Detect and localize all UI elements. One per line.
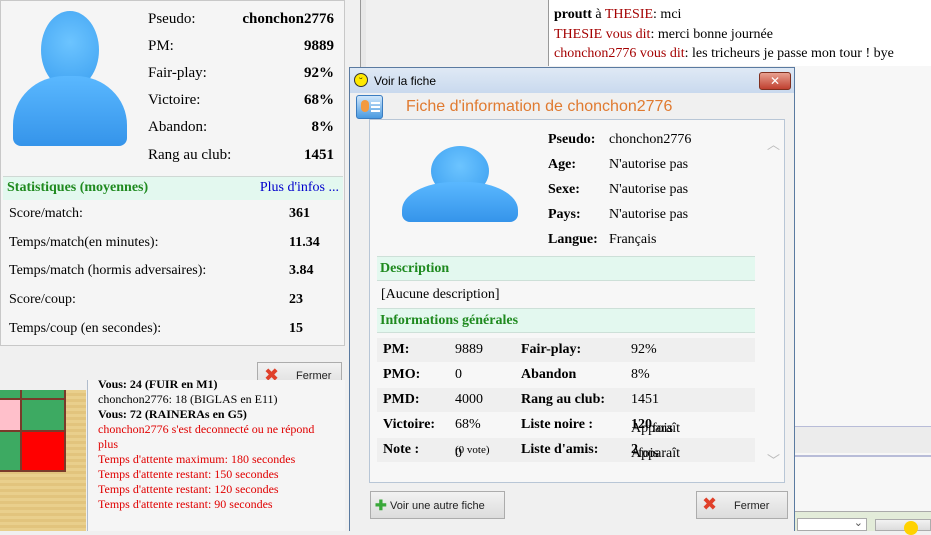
profile-dialog: ᵕ Voir la fiche ✕ Fiche d'information de… (349, 67, 795, 531)
profile-panel: Pseudo: chonchon2776 PM: 9889 Fair-play: 92… (0, 0, 345, 346)
card-icon (356, 95, 383, 119)
chat-line: chonchon2776 vous dit: les tricheurs je … (554, 46, 894, 61)
general-row: PMO: 0 Abandon 8% (377, 363, 755, 387)
view-other-profile-label: Voir une autre fiche (390, 500, 485, 512)
general-row: Victoire: 68% Liste noire : Apparaît 120 fo… (377, 413, 755, 437)
profile-row-rang: Rang au club: 1451 (148, 147, 334, 163)
plus-icon: ✚ (375, 497, 387, 513)
log-line: Temps d'attente restant: 120 secondes (98, 482, 279, 496)
chat-line: proutt à THESIE: mci (554, 7, 682, 22)
stat-row: Score/coup: 23 (9, 292, 303, 307)
dialog-heading: Fiche d'information de chonchon2776 (406, 98, 673, 115)
window-close-button[interactable]: ✕ (759, 72, 791, 90)
stat-row: Temps/match (hormis adversaires): 3.84 (9, 263, 314, 278)
view-other-profile-button[interactable]: ✚ Voir une autre fiche (370, 491, 505, 519)
description-header: Description (377, 256, 755, 281)
stat-row: Temps/match(en minutes): 11.34 (9, 235, 320, 250)
dialog-close-button[interactable]: ✖ Fermer (696, 491, 788, 519)
smiley-icon (904, 521, 918, 535)
scroll-up-icon[interactable]: ︿ (767, 134, 780, 153)
log-line: chonchon2776 s'est deconnecté ou ne répo… (98, 422, 315, 451)
general-row: PM: 9889 Fair-play: 92% (377, 338, 755, 362)
avatar (11, 11, 129, 146)
info-row-age: Age: N'autorise pas (548, 157, 689, 172)
stat-row: Score/match: 361 (9, 206, 310, 221)
more-info-link[interactable]: Plus d'infos ... (260, 180, 339, 196)
dialog-title: Voir la fiche (374, 74, 437, 88)
log-line: Temps d'attente maximum: 180 secondes (98, 452, 296, 466)
log-line: Vous: 24 (FUIR en M1) (98, 380, 218, 391)
avatar (402, 146, 518, 222)
stats-title: Statistiques (moyennes) (7, 180, 149, 195)
info-row-pays: Pays: N'autorise pas (548, 207, 689, 222)
log-line: Vous: 72 (RAINERAs en G5) (98, 407, 247, 421)
general-info-header: Informations générales (377, 308, 755, 333)
log-line: Temps d'attente restant: 150 secondes (98, 467, 279, 481)
profile-row-pseudo: Pseudo: chonchon2776 (148, 11, 334, 27)
dialog-close-label: Fermer (734, 500, 770, 512)
profile-row-victoire: Victoire: 68% (148, 92, 334, 108)
general-row: Note :0 (0 vote) Liste d'amis: Apparaît 2 … (377, 438, 755, 462)
log-line: chonchon2776: 18 (BIGLAS en E11) (98, 392, 278, 406)
info-row-pseudo: Pseudo: chonchon2776 (548, 132, 692, 147)
stats-header: Statistiques (moyennes) Plus d'infos ... (3, 176, 343, 200)
profile-row-pm: PM: 9889 (148, 38, 334, 54)
chevron-down-icon: ⌄ (853, 517, 863, 529)
chat-area: ⌄ (795, 66, 931, 535)
profile-row-abandon: Abandon: 8% (148, 119, 334, 135)
profile-row-fairplay: Fair-play: 92% (148, 65, 334, 81)
info-row-langue: Langue: Français (548, 232, 657, 247)
smiley-icon: ᵕ (354, 73, 368, 87)
profile-content: Pseudo: chonchon2776 Age: N'autorise pas S… (369, 119, 785, 483)
game-board[interactable] (0, 390, 86, 531)
chat-input[interactable]: ⌄ (797, 517, 867, 531)
close-x-icon: ✖ (702, 494, 718, 515)
general-row: PMD: 4000 Rang au club: 1451 (377, 388, 755, 412)
log-line: Temps d'attente restant: 90 secondes (98, 497, 273, 511)
game-log: Vous: 24 (FUIR en M1) chonchon2776: 18 (… (87, 380, 345, 531)
stat-row: Temps/coup (en secondes): 15 (9, 321, 303, 336)
scroll-down-icon[interactable]: ﹀ (767, 450, 780, 469)
panel-divider (360, 0, 366, 70)
chat-log: proutt à THESIE: mci THESIE vous dit: me… (548, 0, 931, 66)
info-row-sexe: Sexe: N'autorise pas (548, 182, 689, 197)
dialog-titlebar[interactable]: ᵕ Voir la fiche ✕ (350, 68, 794, 93)
description-text: [Aucune description] (381, 287, 500, 302)
emoticon-button[interactable] (875, 519, 931, 535)
chat-line: THESIE vous dit: merci bonne journée (554, 26, 773, 42)
